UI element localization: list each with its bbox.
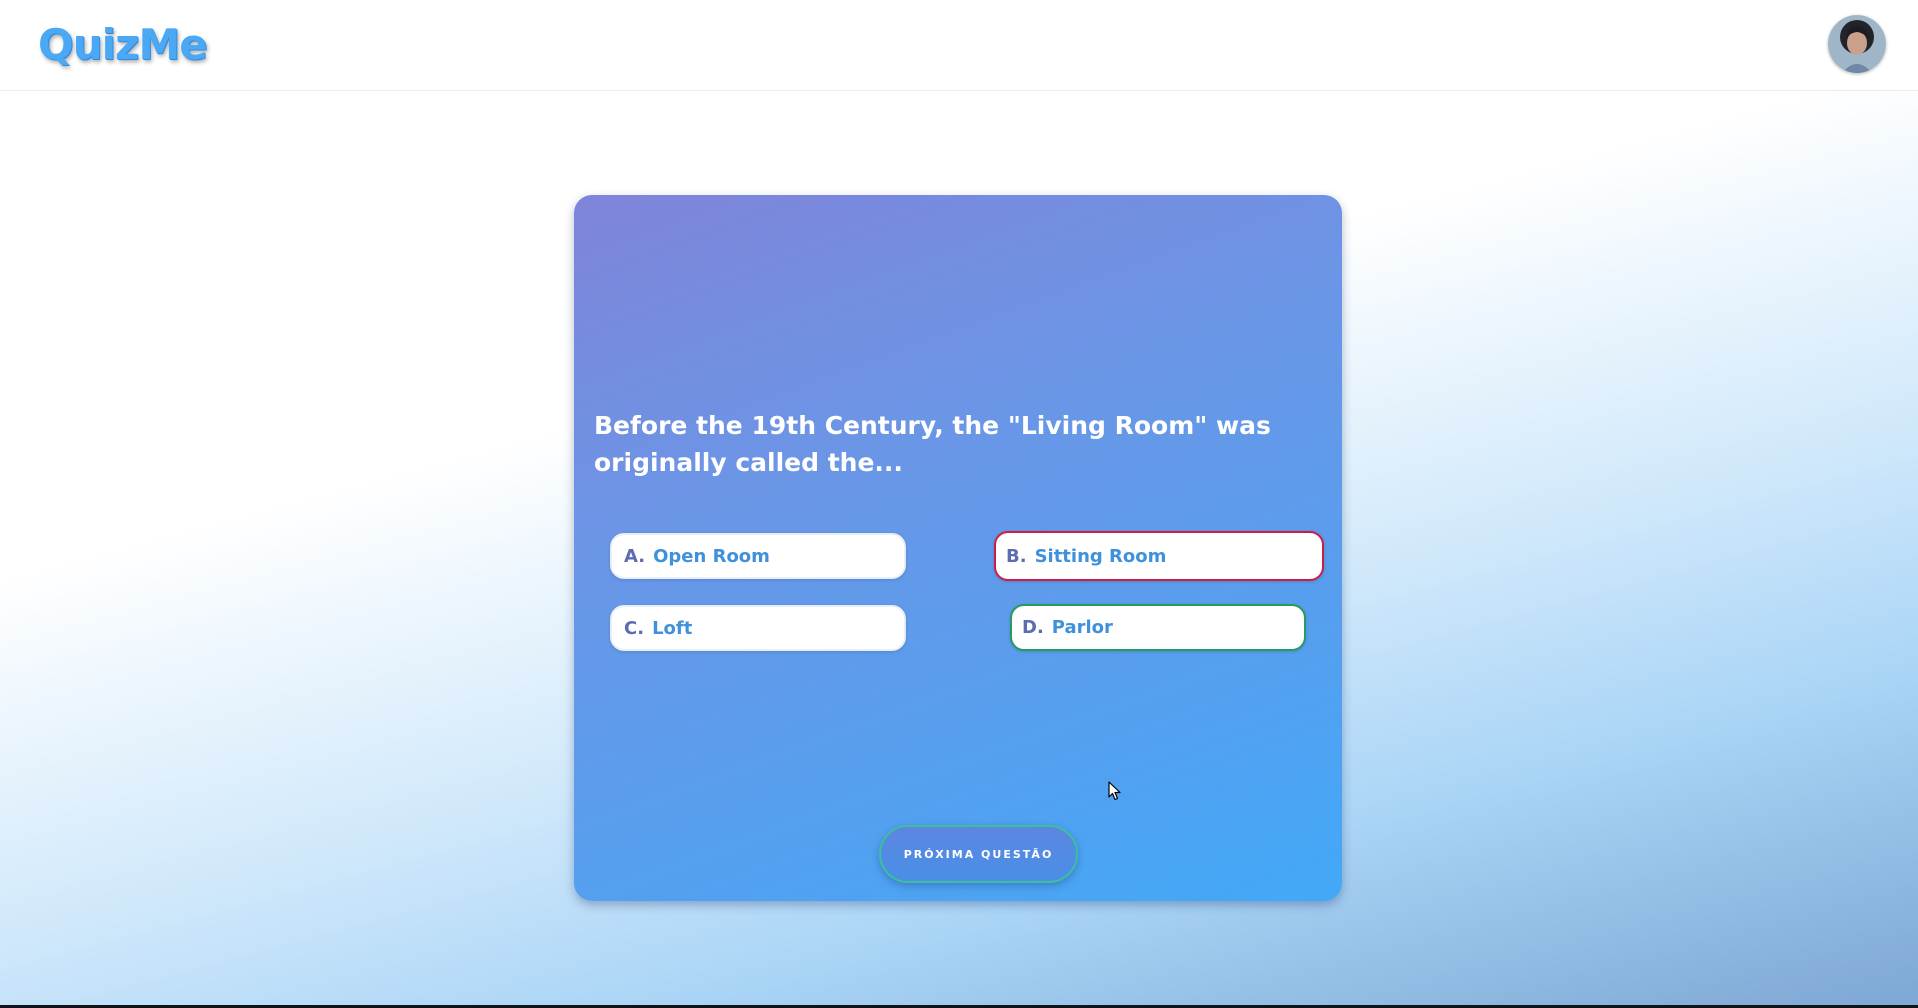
option-text: Open Room <box>653 545 770 567</box>
option-letter: B. <box>1006 545 1027 567</box>
question-text: Before the 19th Century, the "Living Roo… <box>594 411 1271 477</box>
next-question-button[interactable]: PRÓXIMA QUESTÃO <box>879 825 1078 883</box>
top-header: QuizMe <box>0 0 1918 91</box>
option-b[interactable]: B. Sitting Room <box>994 531 1324 581</box>
option-letter: A. <box>624 545 646 567</box>
option-d[interactable]: D. Parlor <box>1010 604 1306 651</box>
mouse-cursor-icon <box>1108 781 1121 801</box>
option-text: Parlor <box>1051 617 1113 638</box>
option-text: Sitting Room <box>1034 545 1167 567</box>
option-c[interactable]: C. Loft <box>610 605 906 651</box>
quiz-card: Before the 19th Century, the "Living Roo… <box>574 195 1342 901</box>
option-a[interactable]: A. Open Room <box>610 533 906 579</box>
option-letter: D. <box>1022 617 1044 638</box>
app-logo[interactable]: QuizMe <box>38 20 208 69</box>
option-text: Loft <box>652 617 693 639</box>
option-letter: C. <box>624 617 645 639</box>
user-avatar-icon[interactable] <box>1828 15 1886 73</box>
